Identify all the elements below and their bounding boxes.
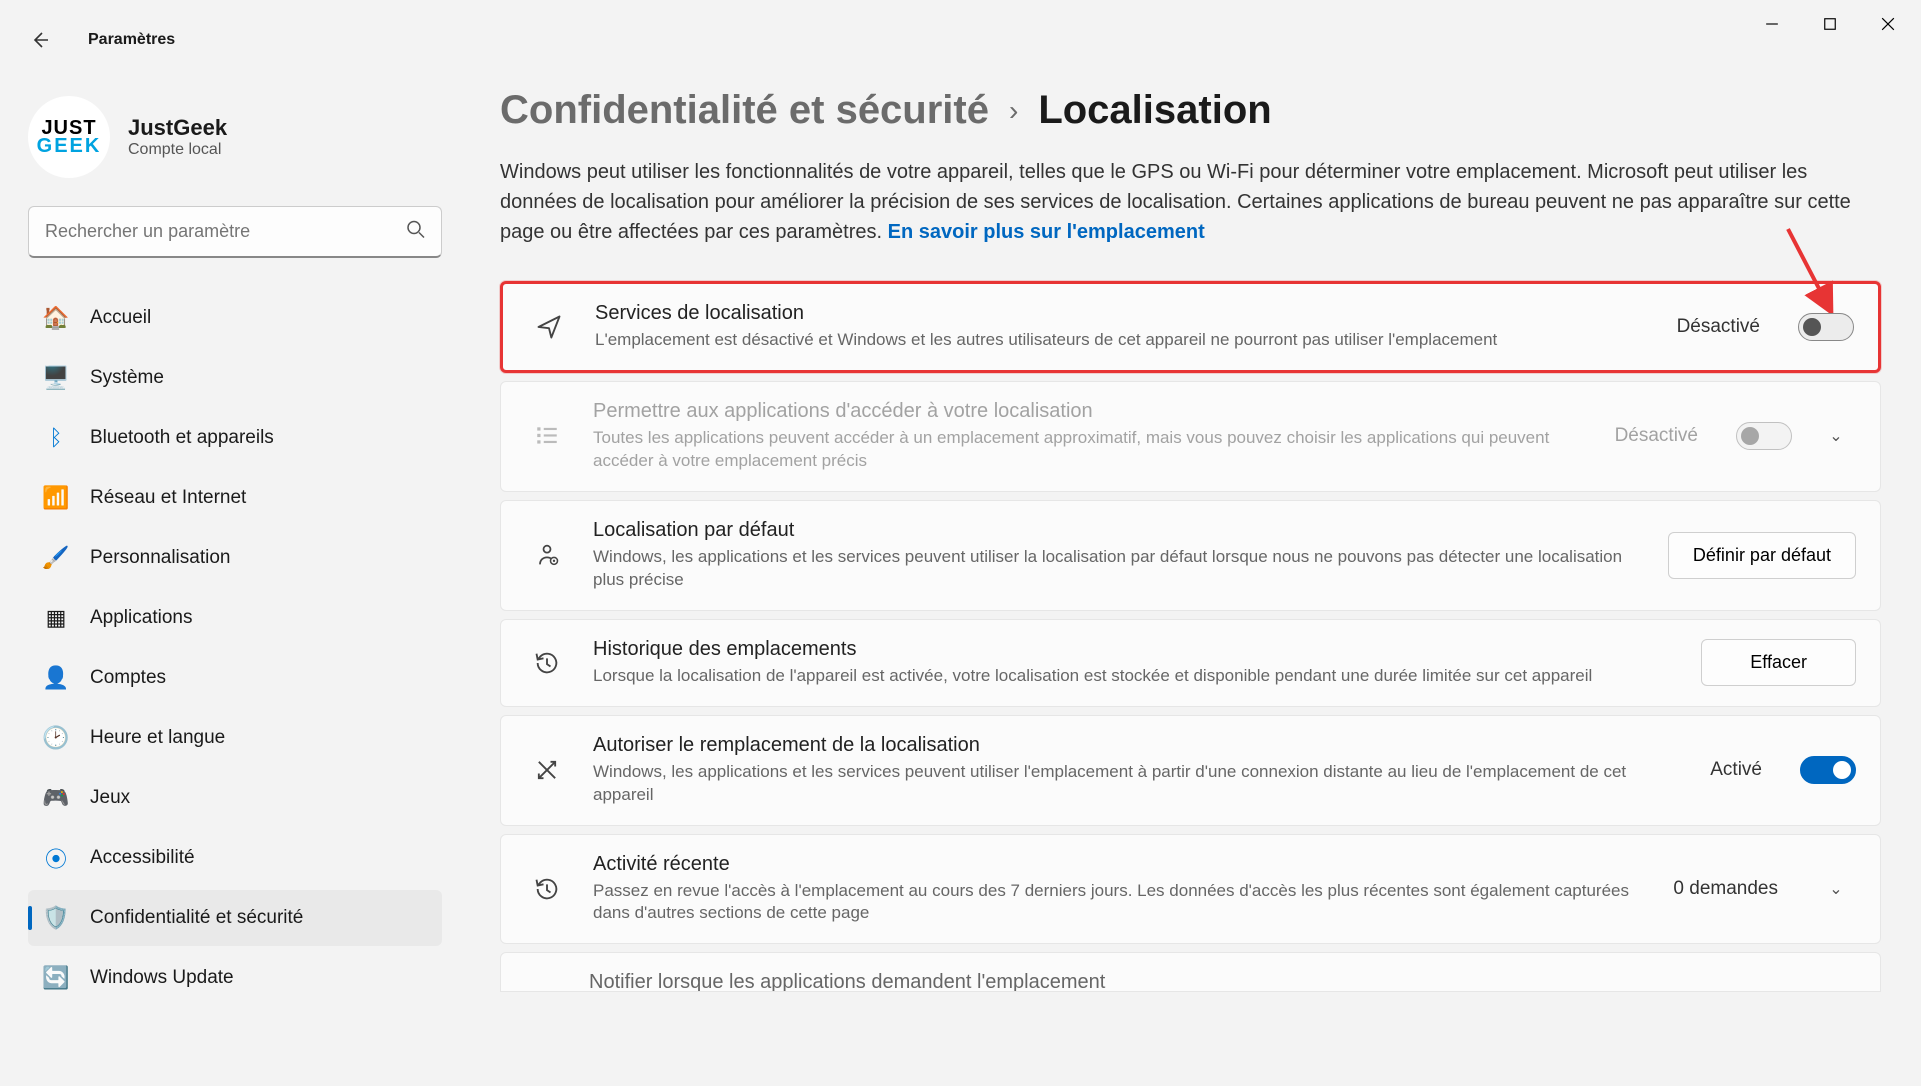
- card-desc: Toutes les applications peuvent accéder …: [593, 427, 1591, 473]
- toggle-state-label: Désactivé: [1677, 316, 1760, 338]
- page-title: Localisation: [1038, 88, 1271, 133]
- expand-chevron[interactable]: ⌄: [1816, 426, 1856, 446]
- settings-window: Paramètres JUST GEEK JustGeek Compte loc…: [0, 0, 1921, 1086]
- search-box: [28, 206, 442, 258]
- sidebar-item-heure[interactable]: 🕑Heure et langue: [28, 710, 442, 766]
- accounts-icon: 👤: [42, 664, 70, 692]
- update-icon: 🔄: [42, 964, 70, 992]
- breadcrumb: Confidentialité et sécurité › Localisati…: [500, 88, 1881, 133]
- card-default-location: Localisation par défaut Windows, les app…: [500, 500, 1881, 611]
- personalization-icon: 🖌️: [42, 544, 70, 572]
- card-title: Historique des emplacements: [593, 638, 1677, 661]
- avatar: JUST GEEK: [28, 96, 110, 178]
- time-icon: 🕑: [42, 724, 70, 752]
- sidebar-item-accessibilite[interactable]: ⦿Accessibilité: [28, 830, 442, 886]
- search-input[interactable]: [28, 206, 442, 258]
- sidebar-item-applications[interactable]: ▦Applications: [28, 590, 442, 646]
- network-icon: 📶: [42, 484, 70, 512]
- content-area: Confidentialité et sécurité › Localisati…: [470, 48, 1921, 1086]
- location-icon: [527, 313, 571, 341]
- card-app-access: Permettre aux applications d'accéder à v…: [500, 381, 1881, 492]
- card-title: Services de localisation: [595, 302, 1653, 325]
- sidebar-item-comptes[interactable]: 👤Comptes: [28, 650, 442, 706]
- card-location-override: Autoriser le remplacement de la localisa…: [500, 715, 1881, 826]
- sidebar-item-personnalisation[interactable]: 🖌️Personnalisation: [28, 530, 442, 586]
- minimize-button[interactable]: [1743, 4, 1801, 44]
- card-desc: Windows, les applications et les service…: [593, 761, 1686, 807]
- user-name: JustGeek: [128, 115, 227, 141]
- sidebar-item-update[interactable]: 🔄Windows Update: [28, 950, 442, 1006]
- back-icon: [30, 30, 50, 50]
- history-icon: [525, 649, 569, 677]
- user-account-type: Compte local: [128, 141, 227, 159]
- card-title: Localisation par défaut: [593, 519, 1644, 542]
- expand-chevron[interactable]: ⌄: [1816, 879, 1856, 899]
- breadcrumb-root[interactable]: Confidentialité et sécurité: [500, 88, 989, 133]
- app-access-toggle: [1736, 422, 1792, 450]
- sidebar-item-systeme[interactable]: 🖥️Système: [28, 350, 442, 406]
- learn-more-link[interactable]: En savoir plus sur l'emplacement: [888, 221, 1205, 243]
- card-notify-cutoff: Notifier lorsque les applications demand…: [500, 952, 1881, 992]
- card-title: Permettre aux applications d'accéder à v…: [593, 400, 1591, 423]
- card-location-services: Services de localisation L'emplacement e…: [500, 281, 1881, 373]
- card-title: Autoriser le remplacement de la localisa…: [593, 734, 1686, 757]
- person-pin-icon: [525, 541, 569, 569]
- system-icon: 🖥️: [42, 364, 70, 392]
- intro-text: Windows peut utiliser les fonctionnalité…: [500, 157, 1881, 247]
- card-desc: Lorsque la localisation de l'appareil es…: [593, 665, 1677, 688]
- sidebar-item-confidentialite[interactable]: 🛡️Confidentialité et sécurité: [28, 890, 442, 946]
- privacy-icon: 🛡️: [42, 904, 70, 932]
- sidebar-item-bluetooth[interactable]: ᛒBluetooth et appareils: [28, 410, 442, 466]
- user-profile[interactable]: JUST GEEK JustGeek Compte local: [28, 96, 442, 178]
- apps-icon: ▦: [42, 604, 70, 632]
- accessibility-icon: ⦿: [42, 844, 70, 872]
- sidebar-item-reseau[interactable]: 📶Réseau et Internet: [28, 470, 442, 526]
- gaming-icon: 🎮: [42, 784, 70, 812]
- location-services-toggle[interactable]: [1798, 313, 1854, 341]
- set-default-button[interactable]: Définir par défaut: [1668, 532, 1856, 579]
- toggle-state-label: Désactivé: [1615, 425, 1698, 447]
- history-icon: [525, 875, 569, 903]
- recent-count: 0 demandes: [1673, 878, 1778, 900]
- card-title: Activité récente: [593, 853, 1649, 876]
- card-location-history: Historique des emplacements Lorsque la l…: [500, 619, 1881, 707]
- override-icon: [525, 756, 569, 784]
- topbar: Paramètres: [20, 20, 175, 60]
- sidebar-item-accueil[interactable]: 🏠Accueil: [28, 290, 442, 346]
- bluetooth-icon: ᛒ: [42, 424, 70, 452]
- close-button[interactable]: [1859, 4, 1917, 44]
- search-icon[interactable]: [406, 220, 426, 245]
- titlebar: [0, 0, 1921, 48]
- app-title: Paramètres: [88, 31, 175, 49]
- chevron-right-icon: ›: [1009, 95, 1018, 127]
- sidebar: JUST GEEK JustGeek Compte local 🏠Accueil…: [0, 48, 470, 1086]
- clear-history-button[interactable]: Effacer: [1701, 639, 1856, 686]
- card-recent-activity: Activité récente Passez en revue l'accès…: [500, 834, 1881, 945]
- card-desc: L'emplacement est désactivé et Windows e…: [595, 329, 1653, 352]
- override-toggle[interactable]: [1800, 756, 1856, 784]
- nav-list: 🏠Accueil 🖥️Système ᛒBluetooth et apparei…: [28, 290, 442, 1006]
- toggle-state-label: Activé: [1710, 759, 1762, 781]
- card-desc: Passez en revue l'accès à l'emplacement …: [593, 880, 1649, 926]
- card-desc: Windows, les applications et les service…: [593, 546, 1644, 592]
- maximize-button[interactable]: [1801, 4, 1859, 44]
- home-icon: 🏠: [42, 304, 70, 332]
- list-icon: [525, 423, 569, 449]
- sidebar-item-jeux[interactable]: 🎮Jeux: [28, 770, 442, 826]
- back-button[interactable]: [20, 20, 60, 60]
